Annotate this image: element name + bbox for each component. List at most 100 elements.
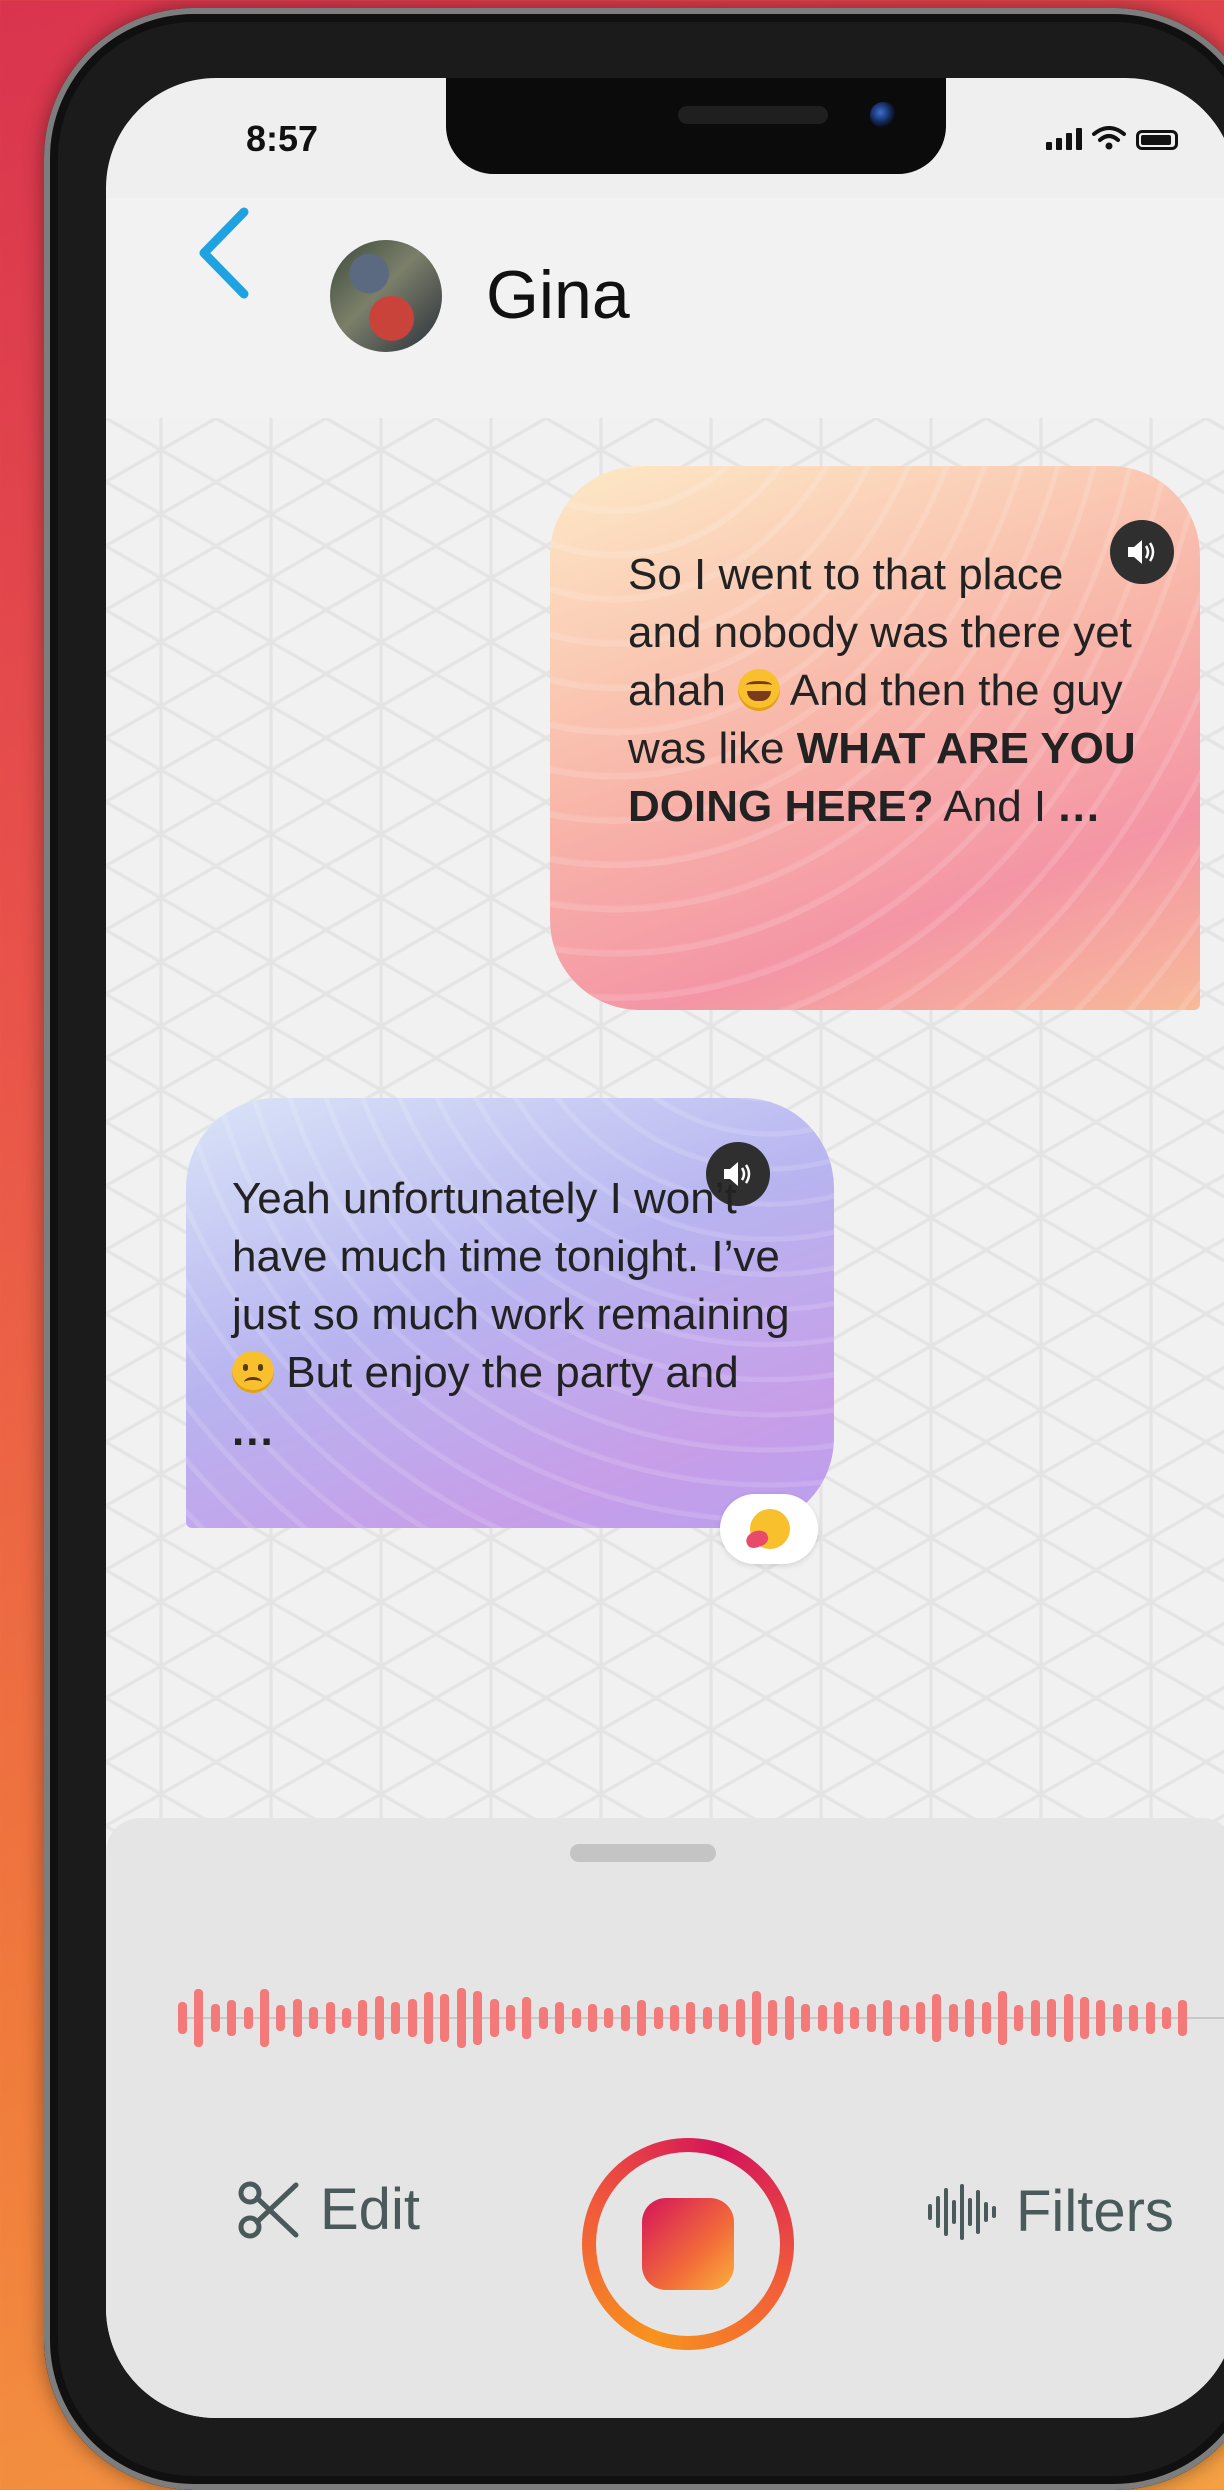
waveform-bar — [1014, 2005, 1024, 2031]
battery-icon — [1136, 130, 1178, 150]
laughing-emoji-icon — [738, 669, 781, 711]
sad-emoji-icon — [232, 1351, 274, 1393]
waveform-bar — [752, 1990, 761, 2046]
waveform-bar — [916, 2002, 925, 2034]
waveform-bar — [358, 2000, 368, 2036]
waveform-bar — [522, 1997, 532, 2039]
audio-filter-icon — [928, 2183, 996, 2240]
waveform-bar — [456, 1987, 466, 2049]
waveform-bar — [292, 1998, 302, 2038]
hug-emoji-icon — [750, 1509, 790, 1549]
edit-button[interactable]: Edit — [236, 2176, 420, 2243]
waveform-bar — [1112, 2003, 1122, 2033]
filters-button[interactable]: Filters — [926, 2178, 1174, 2245]
back-button[interactable] — [194, 198, 254, 308]
waveform-bar — [1096, 2000, 1106, 2036]
message-ellipsis: ... — [1058, 782, 1102, 831]
message-text-part: And I — [933, 782, 1059, 831]
waveform-bar — [702, 2006, 712, 2030]
message-text: So I went to that place and nobody was t… — [628, 546, 1148, 836]
waveform-bar — [998, 1990, 1007, 2046]
waveform-bar — [342, 2008, 351, 2028]
status-icons — [1046, 126, 1178, 150]
waveform-bar — [555, 2002, 565, 2034]
filters-label: Filters — [1016, 2179, 1174, 2244]
waveform-bar — [735, 1998, 745, 2038]
waveform-bar — [506, 2005, 515, 2031]
waveform-bar — [620, 2005, 630, 2031]
stop-icon — [642, 2198, 734, 2290]
waveform-bar — [604, 2008, 614, 2028]
waveform-bar — [1030, 2000, 1040, 2036]
waveform[interactable] — [178, 1978, 1224, 2058]
waveform-bar — [309, 2006, 319, 2030]
screen: 8:57 Gina So I went to that place and no… — [106, 78, 1224, 2418]
waveform-bar — [637, 2000, 647, 2036]
status-time: 8:57 — [246, 118, 319, 159]
panel-drag-handle[interactable] — [570, 1844, 716, 1862]
waveform-bar — [1129, 2005, 1139, 2031]
edit-label: Edit — [320, 2177, 420, 2242]
waveform-bar — [719, 2003, 729, 2033]
message-text: Yeah unfortunately I won’t have much tim… — [232, 1170, 792, 1460]
stop-recording-button[interactable] — [582, 2138, 794, 2350]
scissors-icon — [238, 2181, 299, 2238]
waveform-bar — [473, 1990, 483, 2046]
waveform-bar — [1145, 2002, 1155, 2034]
waveform-bar — [194, 1989, 204, 2047]
waveform-bar — [1162, 2006, 1171, 2030]
signal-icon — [1046, 128, 1082, 150]
waveform-bar — [834, 2002, 843, 2034]
waveform-bar — [1178, 2000, 1188, 2036]
waveform-bar — [883, 2000, 893, 2036]
waveform-bar — [571, 2008, 581, 2028]
waveform-bar — [210, 2003, 220, 2033]
waveform-bar — [801, 2003, 811, 2033]
message-ellipsis: ... — [232, 1406, 275, 1455]
phone-frame: 8:57 Gina So I went to that place and no… — [44, 8, 1224, 2490]
waveform-bar — [538, 2006, 548, 2030]
waveform-bar — [489, 1998, 499, 2038]
waveform-bar — [276, 2005, 286, 2031]
waveform-bar — [817, 2005, 827, 2031]
waveform-bar — [407, 1998, 417, 2038]
waveform-bar — [227, 2000, 237, 2036]
waveform-bar — [932, 1994, 942, 2042]
message-text-part: Yeah unfortunately I won’t have much tim… — [232, 1174, 790, 1339]
waveform-bar — [588, 2003, 597, 2033]
waveform-bar — [866, 2003, 876, 2033]
waveform-bar — [948, 2003, 958, 2033]
waveform-bar — [768, 2000, 778, 2036]
waveform-bar — [424, 1992, 433, 2044]
message-text-part: But enjoy the party and — [274, 1348, 739, 1397]
waveform-bar — [374, 1995, 384, 2041]
chevron-left-icon — [199, 207, 249, 299]
waveform-bar — [1047, 1998, 1057, 2038]
waveform-bar — [178, 2002, 187, 2034]
notch — [446, 78, 946, 174]
voice-recorder-panel: Edit Filters — [106, 1818, 1224, 2418]
message-reaction[interactable] — [720, 1494, 818, 1564]
waveform-bar — [391, 2002, 401, 2034]
waveform-bar — [243, 2006, 253, 2030]
outgoing-voice-message[interactable]: So I went to that place and nobody was t… — [550, 466, 1200, 1010]
waveform-bar — [1063, 1994, 1073, 2042]
earpiece — [678, 106, 828, 124]
wifi-icon — [1092, 126, 1126, 150]
waveform-bar — [899, 2005, 909, 2031]
waveform-bar — [981, 2002, 991, 2034]
waveform-bar — [784, 1995, 794, 2041]
waveform-bar — [670, 2005, 679, 2031]
incoming-voice-message[interactable]: Yeah unfortunately I won’t have much tim… — [186, 1098, 834, 1528]
waveform-bar — [1080, 1997, 1089, 2039]
avatar[interactable] — [330, 240, 442, 352]
waveform-bar — [850, 2006, 860, 2030]
waveform-bar — [440, 1994, 450, 2042]
waveform-bar — [325, 2002, 335, 2034]
contact-name[interactable]: Gina — [486, 256, 630, 334]
waveform-bar — [965, 1998, 975, 2038]
waveform-bar — [686, 2002, 696, 2034]
waveform-bar — [653, 2006, 663, 2030]
waveform-bar — [260, 1989, 269, 2047]
front-camera — [870, 102, 896, 128]
